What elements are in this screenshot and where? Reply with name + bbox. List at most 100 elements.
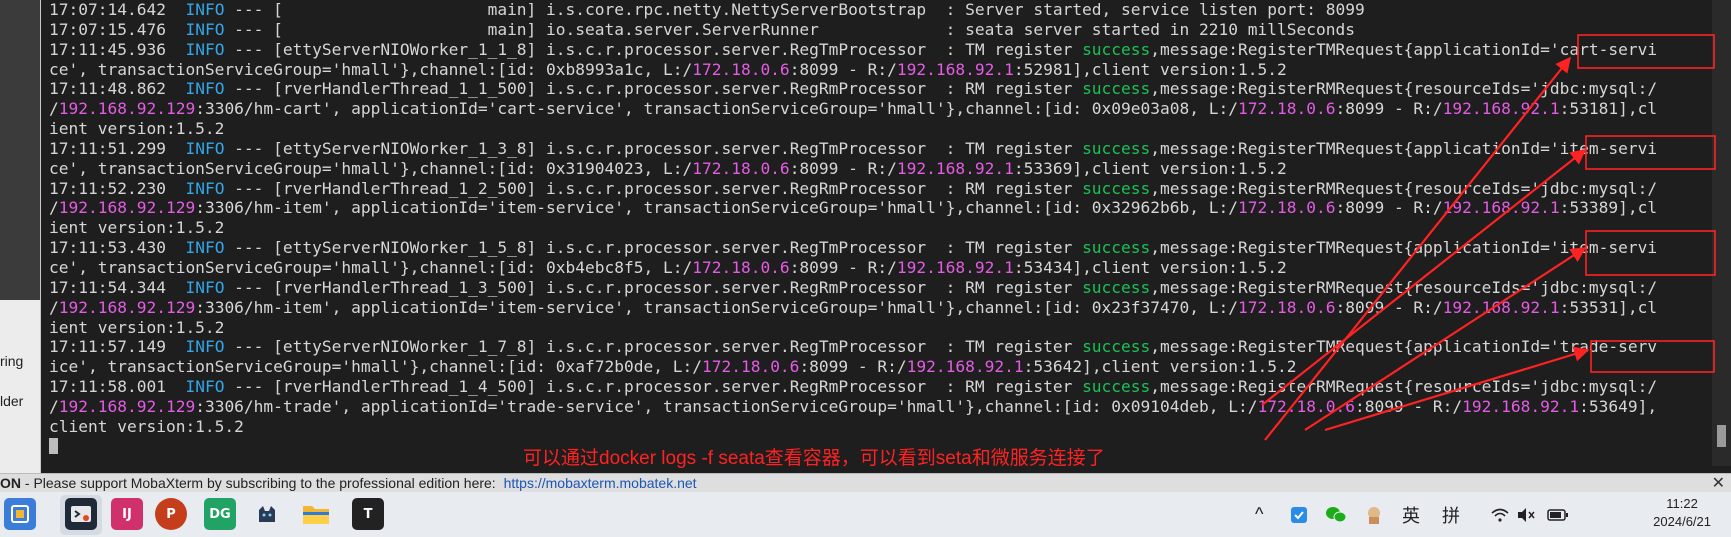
log-text: ,message:RegisterTMRequest{applicationId… [1150, 39, 1658, 59]
log-info-text: INFO [185, 277, 225, 297]
left-sidebar: ring lder [0, 0, 41, 476]
log-text: 17:11:53.430 [49, 238, 186, 258]
log-text: 17:11:58.001 [49, 377, 186, 397]
log-text: ient version:1.5.2 [49, 119, 225, 139]
log-ip-text: 192.168.92.1 [1462, 396, 1580, 416]
log-text: :53181],cl [1559, 99, 1658, 119]
log-text: :8099 - R:/ [789, 158, 897, 178]
log-text: / [49, 198, 59, 218]
scrollbar-thumb[interactable] [1717, 425, 1726, 447]
log-ip-text: 172.18.0.6 [692, 257, 790, 277]
log-text: ,message:RegisterTMRequest{applicationId… [1150, 238, 1658, 258]
log-text: :53642],client version:1.5.2 [1023, 357, 1297, 377]
log-text: ,message:RegisterRMRequest{resourceIds='… [1150, 277, 1658, 297]
log-text: --- [ main] io.seata.server.ServerRunner… [224, 19, 1355, 39]
log-ok-text: success [1082, 178, 1151, 198]
log-text: :53531],cl [1559, 297, 1658, 317]
tray-expand-icon[interactable]: ^ [1255, 492, 1263, 537]
log-text: / [49, 99, 59, 119]
log-ip-text: 192.168.92.129 [58, 198, 196, 218]
log-ip-text: 192.168.92.1 [896, 59, 1014, 79]
datagrip-icon[interactable]: DG [204, 498, 236, 530]
support-message: - Please support MobaXterm by subscribin… [21, 475, 500, 491]
log-text: :8099 - R:/ [1335, 198, 1443, 218]
log-ip-text: 192.168.92.1 [896, 257, 1014, 277]
log-text: --- [rverHandlerThread_1_3_500] i.s.c.r.… [224, 277, 1083, 297]
battery-icon[interactable] [1547, 492, 1569, 537]
log-text: / [49, 297, 59, 317]
log-text: --- [rverHandlerThread_1_1_500] i.s.c.r.… [224, 79, 1083, 99]
log-text: :53649], [1579, 396, 1658, 416]
log-ip-text: 172.18.0.6 [1238, 198, 1336, 218]
terminal-line: ient version:1.5.2 [49, 218, 224, 237]
terminal-line: 17:11:52.230 INFO --- [rverHandlerThread… [49, 179, 1657, 198]
close-icon[interactable]: ✕ [1712, 474, 1725, 493]
log-text: 17:07:15.476 [49, 19, 186, 39]
terminal-line: 17:07:14.642 INFO --- [ main] i.s.core.r… [49, 0, 1365, 19]
volume-mute-icon[interactable] [1516, 492, 1536, 537]
log-info-text: INFO [185, 238, 225, 258]
log-ip-text: 192.168.92.1 [1442, 198, 1560, 218]
log-ip-text: 192.168.92.1 [1442, 99, 1560, 119]
log-ip-text: 172.18.0.6 [701, 357, 800, 377]
clock-time: 11:22 [1666, 496, 1698, 511]
terminal-line: client version:1.5.2 [49, 417, 244, 436]
log-text: ,message:RegisterTMRequest{applicationId… [1150, 337, 1658, 357]
intellij-icon[interactable]: IJ [111, 498, 143, 530]
log-ok-text: success [1082, 39, 1151, 59]
terminal-line: /192.168.92.129:3306/hm-trade', applicat… [49, 397, 1657, 416]
log-info-text: INFO [185, 0, 225, 19]
tray-app-icon[interactable] [1290, 492, 1308, 537]
edition-label: ON [0, 475, 21, 491]
powerpoint-icon[interactable]: P [155, 498, 187, 530]
log-text: 17:11:54.344 [49, 277, 186, 297]
log-info-text: INFO [185, 79, 225, 99]
log-ip-text: 172.18.0.6 [692, 158, 790, 178]
cat-app-icon[interactable] [251, 498, 283, 530]
terminal-scrollbar[interactable] [1712, 0, 1731, 466]
clock-date: 2024/6/21 [1653, 514, 1711, 529]
log-text: ient version:1.5.2 [49, 317, 225, 337]
log-text: ce', transactionServiceGroup='hmall'},ch… [49, 158, 693, 178]
ime-mode[interactable]: 拼 [1442, 492, 1460, 537]
mobaxterm-link[interactable]: https://mobaxterm.mobatek.net [504, 475, 697, 491]
terminal-line: 17:11:45.936 INFO --- [ettyServerNIOWork… [49, 40, 1657, 59]
terminal-line: 17:11:51.299 INFO --- [ettyServerNIOWork… [49, 139, 1657, 158]
log-ip-text: 172.18.0.6 [1238, 99, 1336, 119]
start-app-icon[interactable] [4, 498, 36, 530]
log-text: :8099 - R:/ [1335, 297, 1443, 317]
ime-language[interactable]: 英 [1402, 492, 1420, 537]
terminal-output: 17:07:14.642 INFO --- [ main] i.s.core.r… [49, 0, 1657, 456]
log-text: :8099 - R:/ [789, 59, 897, 79]
mobaxterm-icon[interactable] [65, 498, 97, 530]
typora-icon[interactable]: T [352, 498, 384, 530]
log-text: ,message:RegisterRMRequest{resourceIds='… [1150, 377, 1658, 397]
folder-icon[interactable] [300, 498, 332, 530]
terminal-pane[interactable]: 17:07:14.642 INFO --- [ main] i.s.core.r… [41, 0, 1712, 466]
terminal-line: /192.168.92.129:3306/hm-cart', applicati… [49, 99, 1657, 118]
log-text: ,message:RegisterTMRequest{applicationId… [1150, 138, 1658, 158]
log-ip-text: 172.18.0.6 [1257, 396, 1355, 416]
sidebar-item-ring[interactable]: ring [0, 353, 23, 369]
log-text: :8099 - R:/ [789, 257, 897, 277]
sidebar-item-lder[interactable]: lder [0, 393, 23, 409]
taskbar-clock[interactable]: 11:22 2024/6/21 [1653, 495, 1711, 531]
log-ok-text: success [1082, 337, 1151, 357]
log-text: 17:11:45.936 [49, 39, 186, 59]
log-text: ,message:RegisterRMRequest{resourceIds='… [1150, 79, 1658, 99]
wifi-icon[interactable] [1490, 492, 1510, 537]
wechat-icon[interactable] [1325, 492, 1347, 537]
log-ip-text: 172.18.0.6 [692, 59, 790, 79]
log-text: :53434],client version:1.5.2 [1013, 257, 1287, 277]
log-info-text: INFO [185, 138, 225, 158]
terminal-line: 17:07:15.476 INFO --- [ main] io.seata.s… [49, 20, 1355, 39]
log-info-text: INFO [185, 39, 225, 59]
tray-pet-icon[interactable] [1365, 492, 1383, 537]
log-text: 17:07:14.642 [49, 0, 186, 19]
log-text: --- [ettyServerNIOWorker_1_5_8] i.s.c.r.… [224, 238, 1083, 258]
log-text: :53389],cl [1559, 198, 1658, 218]
log-ip-text: 192.168.92.129 [58, 396, 196, 416]
log-ok-text: success [1082, 138, 1151, 158]
log-ip-text: 192.168.92.129 [58, 99, 196, 119]
log-text: :8099 - R:/ [1354, 396, 1463, 416]
